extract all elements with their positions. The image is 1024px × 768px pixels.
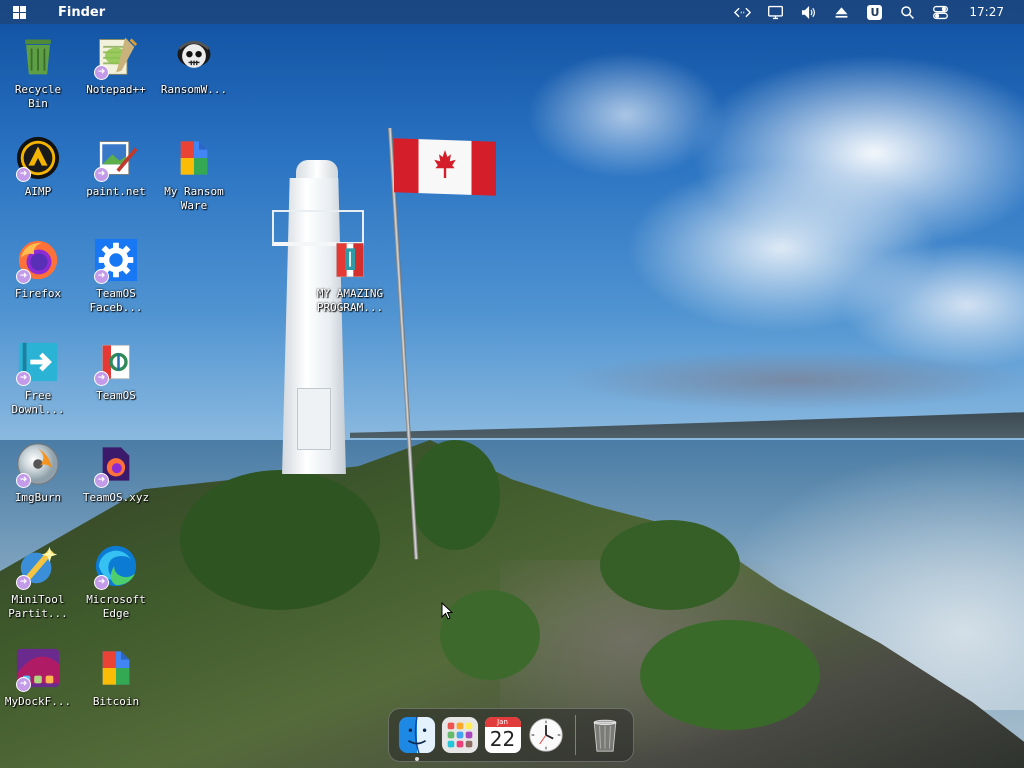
dock-calendar[interactable]: Jan 22	[483, 715, 522, 755]
shortcut-arrow-icon: ➜	[94, 575, 109, 590]
bush	[440, 590, 540, 680]
edge-icon: ➜	[92, 542, 140, 590]
windows-logo-icon	[12, 5, 26, 19]
minitool-icon: ➜	[14, 542, 62, 590]
desktop-icon-paint-net[interactable]: ➜ paint.net	[78, 134, 154, 199]
paint-net-icon: ➜	[92, 134, 140, 182]
calendar-day: 22	[489, 727, 516, 751]
active-app-name[interactable]: Finder	[58, 5, 105, 20]
notepad-plus-plus-icon: ➜	[92, 32, 140, 80]
clock-icon	[528, 718, 563, 752]
desktop-icon-my-amazing-program[interactable]: MY AMAZING PROGRAM...	[312, 236, 388, 315]
teamos-icon: ➜	[92, 338, 140, 386]
desktop-icon-my-ransom-ware[interactable]: My Ransom Ware	[156, 134, 232, 213]
shortcut-arrow-icon: ➜	[94, 167, 109, 182]
desktop-icon-aimp[interactable]: ➜ AIMP	[0, 134, 76, 199]
shortcut-arrow-icon: ➜	[16, 677, 31, 692]
shortcut-arrow-icon: ➜	[94, 371, 109, 386]
clock[interactable]: 17:27	[969, 5, 1004, 19]
mydock-icon: ➜	[14, 644, 62, 692]
bush	[600, 520, 740, 610]
desktop-icon-firefox[interactable]: ➜ Firefox	[0, 236, 76, 301]
user-badge-icon[interactable]: U	[858, 0, 891, 24]
recycle-bin-icon	[14, 32, 62, 80]
desktop-icon-recycle-bin[interactable]: Recycle Bin	[0, 32, 76, 111]
calendar-icon: Jan 22	[484, 717, 521, 753]
mouse-cursor-icon	[441, 602, 453, 620]
calendar-month: Jan	[484, 717, 521, 727]
dock-launchpad[interactable]	[440, 715, 479, 755]
search-icon[interactable]	[891, 0, 924, 24]
desktop-icon-bitcoin[interactable]: Bitcoin	[78, 644, 154, 709]
shortcut-arrow-icon: ➜	[16, 269, 31, 284]
running-indicator	[415, 757, 419, 761]
firefox-document-icon: ➜	[92, 440, 140, 488]
dock-separator	[575, 715, 576, 755]
shortcut-arrow-icon: ➜	[94, 269, 109, 284]
program-icon	[326, 236, 374, 284]
shortcut-arrow-icon: ➜	[16, 371, 31, 386]
finder-icon	[398, 716, 435, 754]
dock: Jan 22	[388, 708, 634, 762]
start-button[interactable]	[0, 0, 38, 24]
clouds	[440, 20, 1024, 400]
desktop-icon-microsoft-edge[interactable]: ➜ Microsoft Edge	[78, 542, 154, 621]
system-tray: U 17:27	[726, 0, 1024, 24]
aimp-icon: ➜	[14, 134, 62, 182]
desktop-icon-minitool-partition[interactable]: ➜ MiniTool Partit...	[0, 542, 76, 621]
launchpad-icon	[441, 716, 478, 754]
disc-icon: ➜	[14, 440, 62, 488]
desktop-icon-notepad-plus-plus[interactable]: ➜ Notepad++	[78, 32, 154, 97]
shortcut-arrow-icon: ➜	[16, 575, 31, 590]
shortcut-arrow-icon: ➜	[94, 473, 109, 488]
bush	[640, 620, 820, 730]
download-manager-icon: ➜	[14, 338, 62, 386]
lighthouse-door	[297, 388, 331, 450]
bush	[180, 470, 380, 610]
top-menu-bar: Finder U 17:27	[0, 0, 1024, 24]
dock-trash[interactable]	[586, 715, 625, 755]
skull-icon	[170, 32, 218, 80]
colored-file-icon	[170, 134, 218, 182]
dock-clock[interactable]	[526, 715, 565, 755]
cloud-bank	[560, 350, 1024, 410]
display-icon[interactable]	[759, 0, 792, 24]
eject-icon[interactable]	[825, 0, 858, 24]
volume-icon[interactable]	[792, 0, 825, 24]
desktop-icon-mydockfinder[interactable]: ➜ MyDockF...	[0, 644, 76, 709]
desktop-icon-free-download-manager[interactable]: ➜ Free Downl...	[0, 338, 76, 417]
trash-icon	[594, 719, 617, 752]
desktop-icon-teamos-xyz[interactable]: ➜ TeamOS.xyz	[78, 440, 154, 505]
colored-file-icon	[92, 644, 140, 692]
tree	[410, 440, 500, 550]
desktop-icon-imgburn[interactable]: ➜ ImgBurn	[0, 440, 76, 505]
desktop-icon-ransomw[interactable]: RansomW...	[156, 32, 232, 97]
desktop-icon-teamos[interactable]: ➜ TeamOS	[78, 338, 154, 403]
dock-finder[interactable]	[397, 715, 436, 761]
control-center-icon[interactable]	[924, 0, 957, 24]
shortcut-arrow-icon: ➜	[16, 167, 31, 182]
desktop-icon-teamos-faceb[interactable]: ➜ TeamOS Faceb...	[78, 236, 154, 315]
shortcut-arrow-icon: ➜	[16, 473, 31, 488]
user-badge-letter: U	[867, 4, 883, 20]
firefox-icon: ➜	[14, 236, 62, 284]
code-icon[interactable]	[726, 0, 759, 24]
gear-icon: ➜	[92, 236, 140, 284]
shortcut-arrow-icon: ➜	[94, 65, 109, 80]
